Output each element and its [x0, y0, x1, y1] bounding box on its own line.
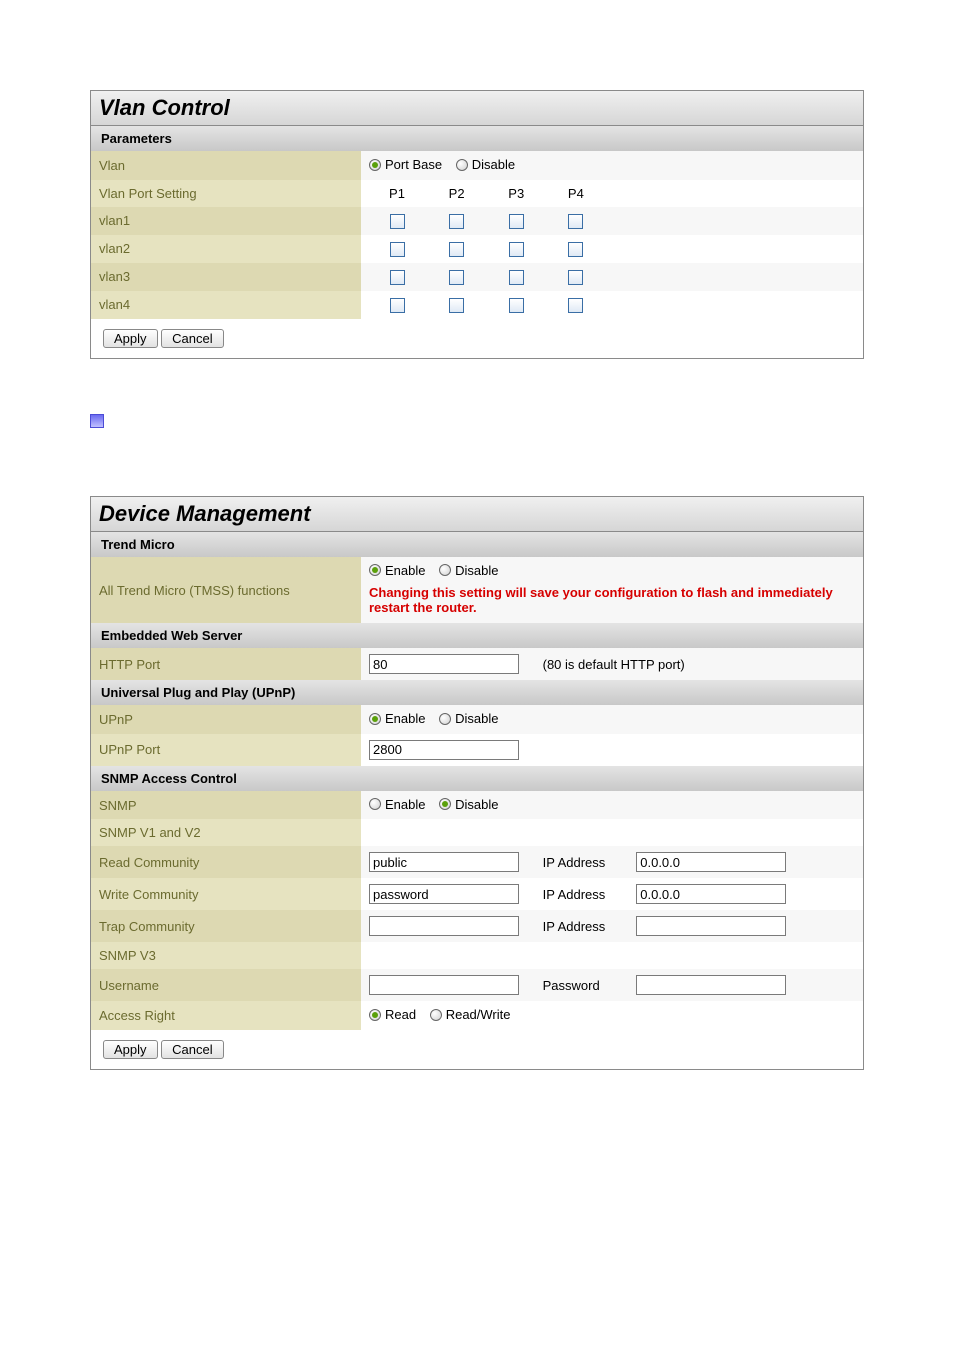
http-port-note: (80 is default HTTP port) [543, 657, 685, 672]
tmss-disable-radio[interactable]: Disable [439, 563, 498, 578]
vlan2-p3-checkbox[interactable] [509, 242, 524, 257]
access-read-radio[interactable]: Read [369, 1007, 416, 1022]
port-header-p4: P4 [548, 186, 604, 201]
embedded-web-server-header: Embedded Web Server [91, 623, 863, 648]
trend-micro-header: Trend Micro [91, 532, 863, 557]
read-community-input[interactable] [369, 852, 519, 872]
radio-icon [430, 1009, 442, 1021]
vlan-apply-button[interactable]: Apply [103, 329, 158, 348]
vlan3-p3-checkbox[interactable] [509, 270, 524, 285]
read-ip-input[interactable] [636, 852, 786, 872]
vlan-port-base-radio[interactable]: Port Base [369, 157, 442, 172]
snmp-enable-radio[interactable]: Enable [369, 797, 425, 812]
tmss-warning: Changing this setting will save your con… [369, 579, 855, 617]
radio-icon [369, 159, 381, 171]
upnp-disable-radio[interactable]: Disable [439, 711, 498, 726]
vlan-port-setting-label: Vlan Port Setting [91, 180, 361, 207]
password-input[interactable] [636, 975, 786, 995]
vlan1-p2-checkbox[interactable] [449, 214, 464, 229]
vlan2-p2-checkbox[interactable] [449, 242, 464, 257]
snmp-v3-label: SNMP V3 [91, 942, 361, 969]
all-tmss-label: All Trend Micro (TMSS) functions [91, 557, 361, 624]
vlan2-p4-checkbox[interactable] [568, 242, 583, 257]
vlan-parameters-header: Parameters [91, 126, 863, 151]
vlan-table: Vlan Port Base Disable Vlan Port Setting… [91, 151, 863, 319]
tmss-enable-radio[interactable]: Enable [369, 563, 425, 578]
trap-community-input[interactable] [369, 916, 519, 936]
access-readwrite-radio[interactable]: Read/Write [430, 1007, 511, 1022]
upnp-port-label: UPnP Port [91, 734, 361, 766]
vlan-title: Vlan Control [91, 91, 863, 126]
snmp-label: SNMP [91, 791, 361, 820]
read-ip-label: IP Address [543, 855, 633, 870]
radio-icon [369, 798, 381, 810]
password-label: Password [543, 978, 633, 993]
device-cancel-button[interactable]: Cancel [161, 1040, 223, 1059]
vlan4-p2-checkbox[interactable] [449, 298, 464, 313]
radio-icon [369, 713, 381, 725]
device-title: Device Management [91, 497, 863, 532]
snmp-v1v2-label: SNMP V1 and V2 [91, 819, 361, 846]
vlan1-p3-checkbox[interactable] [509, 214, 524, 229]
vlan-cancel-button[interactable]: Cancel [161, 329, 223, 348]
write-community-label: Write Community [91, 878, 361, 910]
section-marker-icon [90, 414, 104, 428]
vlan-row-label: Vlan [91, 151, 361, 180]
vlan4-p1-checkbox[interactable] [390, 298, 405, 313]
vlan2-p1-checkbox[interactable] [390, 242, 405, 257]
vlan4-label: vlan4 [91, 291, 361, 319]
vlan4-p4-checkbox[interactable] [568, 298, 583, 313]
port-header-p1: P1 [369, 186, 425, 201]
vlan3-label: vlan3 [91, 263, 361, 291]
access-right-label: Access Right [91, 1001, 361, 1030]
write-ip-label: IP Address [543, 887, 633, 902]
upnp-label: UPnP [91, 705, 361, 734]
trap-community-label: Trap Community [91, 910, 361, 942]
upnp-port-input[interactable] [369, 740, 519, 760]
radio-icon [439, 564, 451, 576]
snmp-disable-radio[interactable]: Disable [439, 797, 498, 812]
vlan3-p2-checkbox[interactable] [449, 270, 464, 285]
http-port-input[interactable] [369, 654, 519, 674]
upnp-header: Universal Plug and Play (UPnP) [91, 680, 863, 705]
http-port-label: HTTP Port [91, 648, 361, 680]
snmp-header: SNMP Access Control [91, 766, 863, 791]
port-header-p2: P2 [429, 186, 485, 201]
radio-icon [439, 713, 451, 725]
port-header-p3: P3 [488, 186, 544, 201]
upnp-enable-radio[interactable]: Enable [369, 711, 425, 726]
trap-ip-input[interactable] [636, 916, 786, 936]
write-community-input[interactable] [369, 884, 519, 904]
vlan3-p4-checkbox[interactable] [568, 270, 583, 285]
vlan1-p1-checkbox[interactable] [390, 214, 405, 229]
radio-icon [456, 159, 468, 171]
device-management-panel: Device Management Trend Micro All Trend … [90, 496, 864, 1070]
vlan3-p1-checkbox[interactable] [390, 270, 405, 285]
vlan-disable-radio[interactable]: Disable [456, 157, 515, 172]
trap-ip-label: IP Address [543, 919, 633, 934]
radio-icon [369, 1009, 381, 1021]
radio-icon [439, 798, 451, 810]
vlan2-label: vlan2 [91, 235, 361, 263]
username-label: Username [91, 969, 361, 1001]
read-community-label: Read Community [91, 846, 361, 878]
radio-icon [369, 564, 381, 576]
write-ip-input[interactable] [636, 884, 786, 904]
vlan1-label: vlan1 [91, 207, 361, 235]
vlan1-p4-checkbox[interactable] [568, 214, 583, 229]
username-input[interactable] [369, 975, 519, 995]
vlan-control-panel: Vlan Control Parameters Vlan Port Base D… [90, 90, 864, 359]
device-apply-button[interactable]: Apply [103, 1040, 158, 1059]
vlan4-p3-checkbox[interactable] [509, 298, 524, 313]
